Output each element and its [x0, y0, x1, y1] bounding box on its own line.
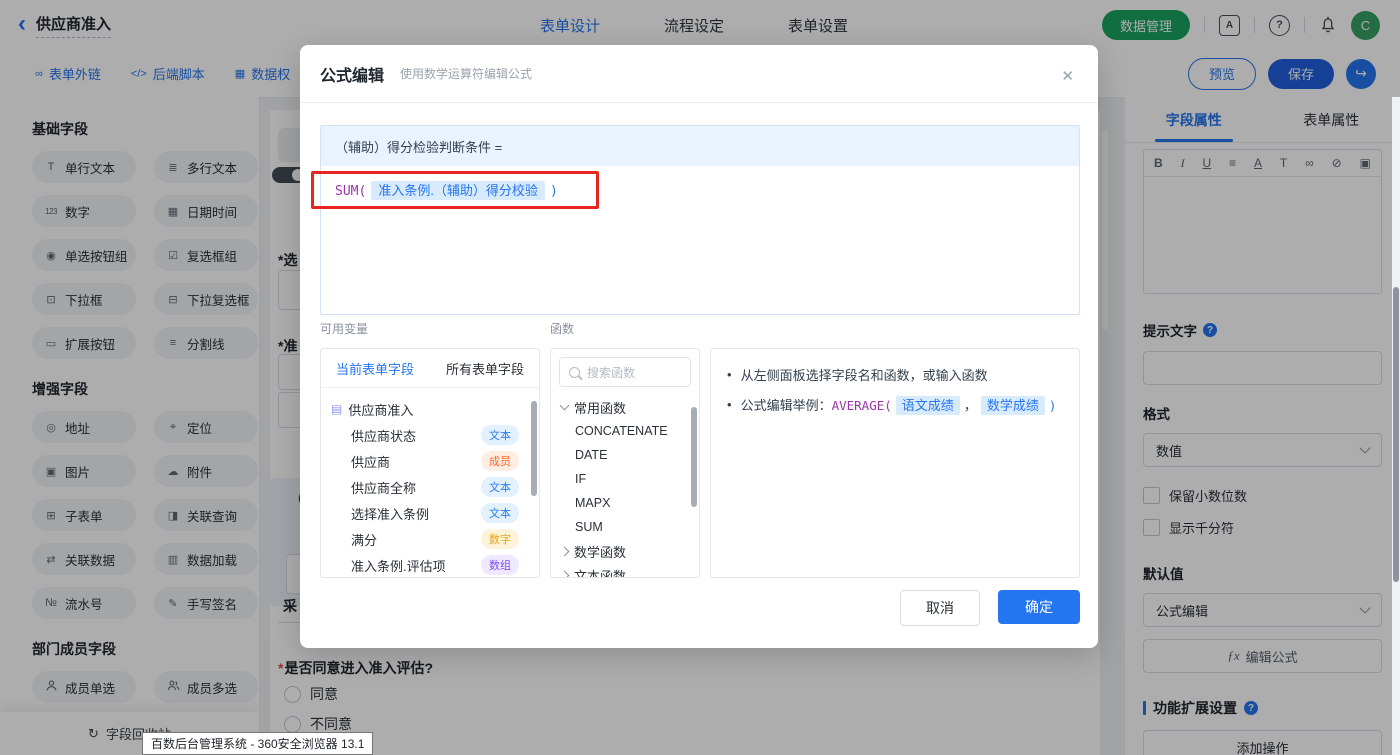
bullet-icon: •: [727, 367, 732, 382]
scrollbar-thumb[interactable]: [1393, 287, 1399, 582]
variable-name: 供应商: [351, 452, 390, 471]
type-badge: 文本: [481, 425, 519, 445]
chevron-right-icon: [560, 546, 570, 556]
tab-all-form-fields[interactable]: 所有表单字段: [446, 359, 524, 378]
field-token[interactable]: 准入条例.（辅助）得分校验: [371, 181, 545, 200]
variables-tree: ▤ 供应商准入 供应商状态文本 供应商成员 供应商全称文本 选择准入条例文本 满…: [321, 388, 539, 578]
variable-row[interactable]: 满分 数字: [331, 526, 531, 552]
modal-title: 公式编辑: [320, 62, 384, 86]
function-name: SUM(: [335, 184, 366, 199]
modal-footer: 取消 确定: [900, 590, 1080, 626]
variable-name: 选择准入条例: [351, 504, 429, 523]
variable-name: 供应商状态: [351, 426, 416, 445]
example-close: ): [1049, 398, 1057, 413]
variable-row[interactable]: 准入条例.评估项 数组: [331, 552, 531, 578]
example-arg2: 数学成绩: [981, 396, 1045, 415]
function-search-input[interactable]: 搜索函数: [559, 357, 691, 387]
section-labels: 可用变量 函数: [320, 320, 574, 337]
example-comma: ，: [964, 398, 977, 413]
variables-scrollbar[interactable]: [531, 401, 537, 496]
example-function: AVERAGE(: [832, 398, 892, 413]
variable-name: 准入条例.评估项: [351, 556, 446, 575]
modal-subtitle: 使用数学运算符编辑公式: [400, 65, 532, 82]
variable-row[interactable]: 供应商 成员: [331, 448, 531, 474]
type-badge: 成员: [481, 451, 519, 471]
tab-current-form-fields[interactable]: 当前表单字段: [336, 359, 414, 378]
hints-panel: • 从左侧面板选择字段名和函数，或输入函数 • 公式编辑举例：AVERAGE( 语…: [710, 348, 1080, 578]
hint-line-2: • 公式编辑举例：AVERAGE( 语文成绩 ， 数学成绩): [727, 395, 1063, 414]
search-placeholder: 搜索函数: [587, 364, 635, 381]
variable-row[interactable]: 供应商全称 文本: [331, 474, 531, 500]
functions-panel: 搜索函数 常用函数 CONCATENATE DATE IF MAPX SUM 数…: [550, 348, 700, 578]
chevron-right-icon: [560, 570, 570, 578]
variable-row[interactable]: 供应商状态 文本: [331, 422, 531, 448]
function-item-date[interactable]: DATE: [551, 443, 699, 467]
type-badge: 文本: [481, 477, 519, 497]
group-label: 文本函数: [574, 566, 626, 579]
search-icon: [569, 367, 580, 378]
modal-columns: 当前表单字段 所有表单字段 ▤ 供应商准入 供应商状态文本 供应商成员 供应商全…: [320, 348, 1080, 578]
hint-example: 公式编辑举例：AVERAGE( 语文成绩 ， 数学成绩): [741, 395, 1057, 414]
hint-text: 从左侧面板选择字段名和函数，或输入函数: [741, 365, 988, 384]
function-item-sum[interactable]: SUM: [551, 515, 699, 539]
function-group-common[interactable]: 常用函数: [551, 395, 699, 419]
function-item-concatenate[interactable]: CONCATENATE: [551, 419, 699, 443]
functions-scrollbar[interactable]: [691, 407, 697, 507]
group-label: 数学函数: [574, 542, 626, 561]
browser-tooltip: 百数后台管理系统 - 360安全浏览器 13.1: [142, 732, 373, 755]
type-badge: 数字: [481, 529, 519, 549]
variable-name: 满分: [351, 530, 377, 549]
function-item-mapx[interactable]: MAPX: [551, 491, 699, 515]
formula-expression[interactable]: SUM( 准入条例.（辅助）得分校验): [321, 166, 1079, 213]
type-badge: 数组: [481, 555, 519, 575]
close-icon[interactable]: ✕: [1061, 67, 1074, 85]
formula-target-line: （辅助）得分检验判断条件 =: [321, 126, 1079, 166]
window-scrollbar[interactable]: [1392, 97, 1400, 755]
root-label: 供应商准入: [348, 400, 413, 419]
tree-root-node[interactable]: ▤ 供应商准入: [331, 396, 531, 422]
formula-edit-modal: 公式编辑 使用数学运算符编辑公式 ✕ （辅助）得分检验判断条件 = SUM( 准入…: [300, 45, 1098, 648]
variable-row[interactable]: 选择准入条例 文本: [331, 500, 531, 526]
example-prefix: 公式编辑举例：: [741, 398, 832, 413]
function-group-text[interactable]: 文本函数: [551, 563, 699, 578]
document-icon: ▤: [331, 402, 342, 416]
chevron-down-icon: [560, 401, 570, 411]
confirm-button[interactable]: 确定: [998, 590, 1080, 624]
function-item-if[interactable]: IF: [551, 467, 699, 491]
variables-tabs: 当前表单字段 所有表单字段: [321, 349, 539, 388]
variables-panel: 当前表单字段 所有表单字段 ▤ 供应商准入 供应商状态文本 供应商成员 供应商全…: [320, 348, 540, 578]
type-badge: 文本: [481, 503, 519, 523]
function-group-math[interactable]: 数学函数: [551, 539, 699, 563]
closing-paren: ): [550, 184, 558, 199]
modal-header: 公式编辑 使用数学运算符编辑公式 ✕: [300, 45, 1098, 103]
functions-section-label: 函数: [550, 320, 574, 337]
variable-name: 供应商全称: [351, 478, 416, 497]
formula-editor-box: （辅助）得分检验判断条件 = SUM( 准入条例.（辅助）得分校验): [320, 125, 1080, 315]
group-label: 常用函数: [574, 398, 626, 417]
example-arg1: 语文成绩: [896, 396, 960, 415]
variables-section-label: 可用变量: [320, 320, 550, 337]
cancel-button[interactable]: 取消: [900, 590, 980, 626]
hint-line-1: • 从左侧面板选择字段名和函数，或输入函数: [727, 365, 1063, 384]
bullet-icon: •: [727, 397, 732, 412]
